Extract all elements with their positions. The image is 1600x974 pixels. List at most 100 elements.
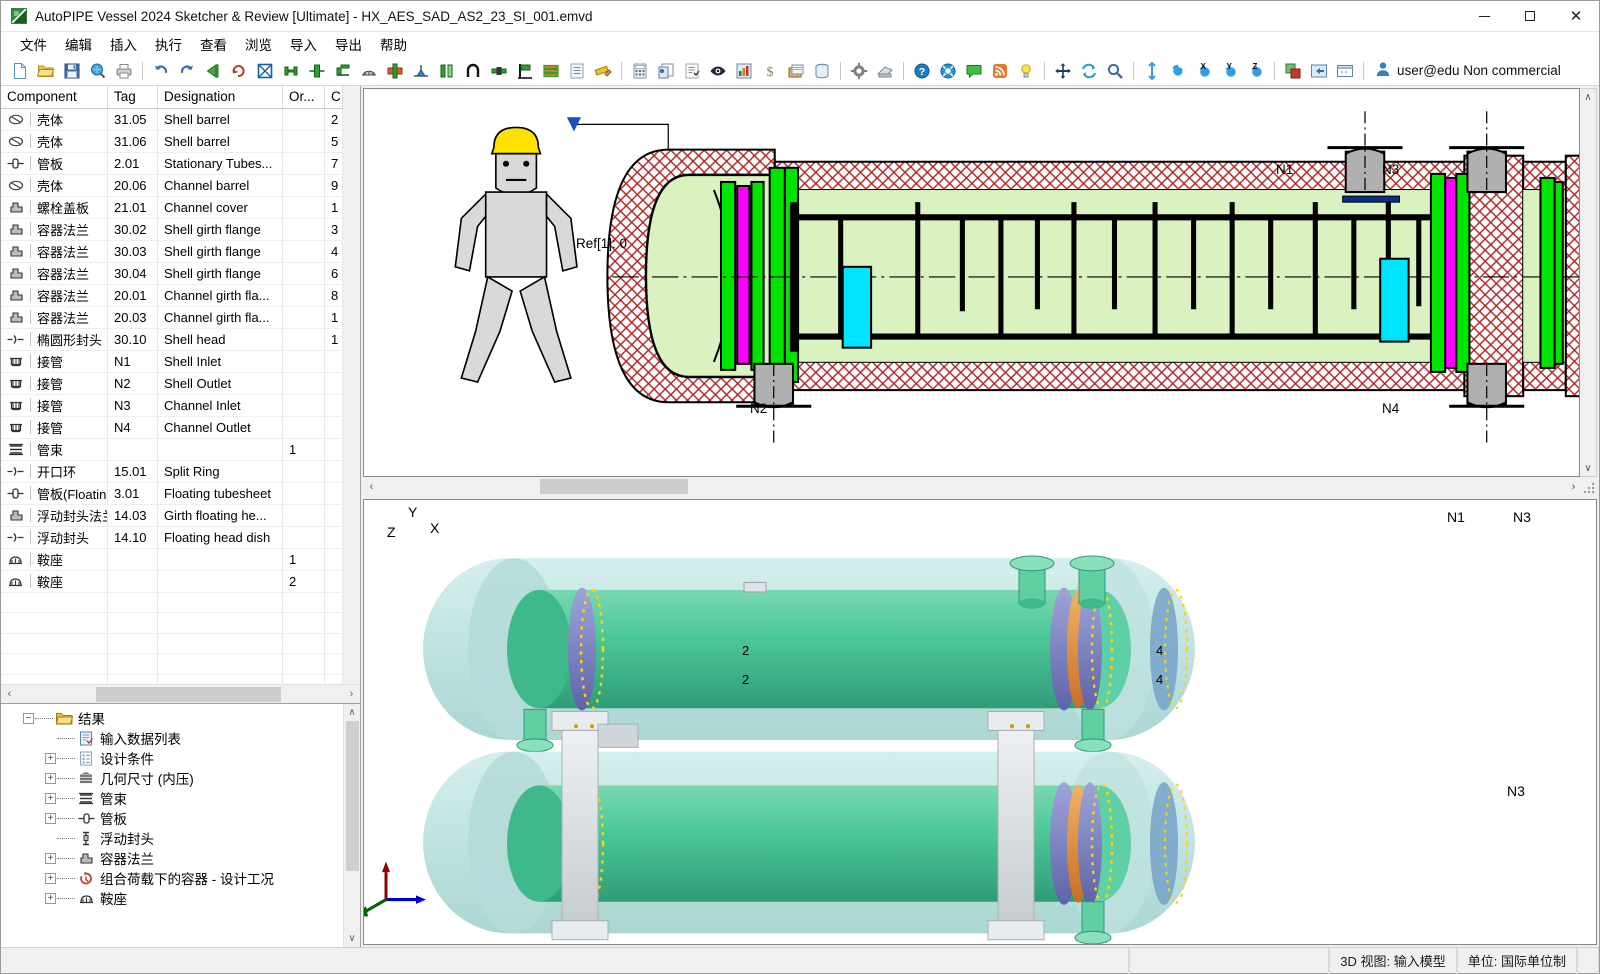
- table-row-empty[interactable]: [1, 653, 343, 675]
- tip-bulb-icon[interactable]: [1014, 59, 1038, 83]
- tree-root-node[interactable]: − 结果: [5, 708, 343, 728]
- tree-node[interactable]: + 设计条件: [5, 748, 343, 768]
- undo-icon[interactable]: [149, 59, 173, 83]
- report-icon[interactable]: [654, 59, 678, 83]
- nozzle-green-icon[interactable]: [435, 59, 459, 83]
- open-folder-icon[interactable]: [34, 59, 58, 83]
- rss-feed-icon[interactable]: [988, 59, 1012, 83]
- rotate-y-icon[interactable]: Y: [1218, 59, 1242, 83]
- window-view-icon[interactable]: [1333, 59, 1357, 83]
- tree-node[interactable]: + 容器法兰: [5, 848, 343, 868]
- menu-import[interactable]: 导入: [281, 32, 326, 56]
- drawing-2d-horizontal-scrollbar[interactable]: ‹ ›: [363, 477, 1597, 496]
- tree-expander[interactable]: +: [45, 772, 56, 784]
- tree-node[interactable]: + 鞍座: [5, 888, 343, 908]
- component-grid[interactable]: Component Tag Designation Or... C 壳体 31.0…: [1, 86, 343, 684]
- refresh-cycle-icon[interactable]: [227, 59, 251, 83]
- model-3d-canvas[interactable]: N1 N3 N3 2 2 4 4 Y X Z: [363, 499, 1597, 945]
- bracket-icon[interactable]: [513, 59, 537, 83]
- cost-dollar-icon[interactable]: $: [758, 59, 782, 83]
- tubesheet-icon[interactable]: [305, 59, 329, 83]
- table-row[interactable]: 管板(Floating)3.01Floating tubesheet: [1, 482, 343, 505]
- bend-icon[interactable]: [461, 59, 485, 83]
- tree-node[interactable]: + 管板: [5, 808, 343, 828]
- lug-icon[interactable]: [487, 59, 511, 83]
- column-header-component[interactable]: Component: [1, 86, 108, 109]
- tree-root-expander[interactable]: −: [23, 712, 34, 724]
- table-row[interactable]: 接管 N2 Shell Outlet: [1, 372, 343, 395]
- rotate-view-icon[interactable]: [1166, 59, 1190, 83]
- table-row[interactable]: 鞍座 1: [1, 548, 343, 571]
- table-row[interactable]: 容器法兰 20.03 Channel girth fla... 1: [1, 306, 343, 329]
- comment-icon[interactable]: [962, 59, 986, 83]
- drawing-2d-canvas[interactable]: Ref[1]: 0 N1 N2 N3 N4: [363, 88, 1580, 477]
- tube-bundle-icon[interactable]: [539, 59, 563, 83]
- support-leg-icon[interactable]: [409, 59, 433, 83]
- view2d-scroll-left-icon[interactable]: ‹: [363, 478, 380, 495]
- table-row[interactable]: 开口环 15.01 Split Ring: [1, 460, 343, 483]
- rotate-x-icon[interactable]: X: [1192, 59, 1216, 83]
- table-row[interactable]: 容器法兰 30.02 Shell girth flange 3: [1, 218, 343, 241]
- table-row[interactable]: 容器法兰 30.03 Shell girth flange 4: [1, 240, 343, 263]
- zoom-magnifier-icon[interactable]: [1103, 59, 1127, 83]
- tree-node[interactable]: 输入数据列表: [5, 728, 343, 748]
- tree-node[interactable]: + 几何尺寸 (内压): [5, 768, 343, 788]
- table-row[interactable]: 椭圆形封头 30.10 Shell head 1: [1, 328, 343, 351]
- column-header-designation[interactable]: Designation: [157, 86, 283, 109]
- column-header-orientation[interactable]: Or...: [282, 86, 325, 109]
- tree-vertical-scrollbar[interactable]: ∧ ∨: [343, 704, 360, 947]
- tree-vscroll-thumb[interactable]: [345, 721, 359, 871]
- grid-hscroll-thumb[interactable]: [96, 686, 281, 702]
- nozzle-icon[interactable]: [383, 59, 407, 83]
- export-print-icon[interactable]: [873, 59, 897, 83]
- menu-file[interactable]: 文件: [11, 32, 56, 56]
- menu-edit[interactable]: 编辑: [56, 32, 101, 56]
- checklist-icon[interactable]: [680, 59, 704, 83]
- table-row[interactable]: 壳体 31.06 Shell barrel 5: [1, 130, 343, 153]
- menu-export[interactable]: 导出: [326, 32, 371, 56]
- scroll-right-arrow-icon[interactable]: ›: [343, 686, 360, 703]
- chart-icon[interactable]: [732, 59, 756, 83]
- table-row[interactable]: 接管 N1 Shell Inlet: [1, 350, 343, 373]
- tree-node[interactable]: + 组合荷载下的容器 - 设计工况: [5, 868, 343, 888]
- new-file-icon[interactable]: [8, 59, 32, 83]
- scroll-left-arrow-icon[interactable]: ‹: [1, 686, 18, 703]
- tree-scroll-up-icon[interactable]: ∧: [348, 704, 355, 721]
- table-row[interactable]: 浮动封头法兰 14.03 Girth floating he...: [1, 504, 343, 527]
- menu-insert[interactable]: 插入: [101, 32, 146, 56]
- print-preview-icon[interactable]: [86, 59, 110, 83]
- view2d-hscroll-track[interactable]: [380, 478, 1565, 495]
- rotate-sync-icon[interactable]: [1077, 59, 1101, 83]
- save-disk-icon[interactable]: [60, 59, 84, 83]
- table-row-empty[interactable]: [1, 612, 343, 634]
- help-question-icon[interactable]: ?: [910, 59, 934, 83]
- table-row[interactable]: 鞍座 2: [1, 570, 343, 593]
- menu-view[interactable]: 查看: [191, 32, 236, 56]
- table-row[interactable]: 容器法兰 20.01 Channel girth fla... 8: [1, 284, 343, 307]
- view2d-scroll-up-icon[interactable]: ∧: [1584, 89, 1591, 105]
- calculator-icon[interactable]: [628, 59, 652, 83]
- render-mode-icon[interactable]: [1281, 59, 1305, 83]
- table-row[interactable]: 容器法兰 30.04 Shell girth flange 6: [1, 262, 343, 285]
- column-header-tag[interactable]: Tag: [107, 86, 158, 109]
- print-icon[interactable]: [112, 59, 136, 83]
- table-row[interactable]: 壳体 20.06 Channel barrel 9: [1, 174, 343, 197]
- back-arrow-icon[interactable]: [1307, 59, 1331, 83]
- tree-expander[interactable]: +: [45, 872, 56, 884]
- tree-node[interactable]: 浮动封头: [5, 828, 343, 848]
- tree-expander[interactable]: +: [45, 752, 56, 764]
- grid-horizontal-scrollbar[interactable]: ‹ ›: [1, 684, 360, 703]
- eye-view-icon[interactable]: [706, 59, 730, 83]
- database-icon[interactable]: [810, 59, 834, 83]
- settings-gear-icon[interactable]: [847, 59, 871, 83]
- data-list-icon[interactable]: [565, 59, 589, 83]
- tree-node[interactable]: + 管束: [5, 788, 343, 808]
- table-row[interactable]: 接管 N4 Channel Outlet: [1, 416, 343, 439]
- fit-vertical-icon[interactable]: [1140, 59, 1164, 83]
- maximize-button[interactable]: [1507, 1, 1553, 32]
- tree-expander[interactable]: +: [45, 792, 56, 804]
- table-row[interactable]: 壳体 31.05 Shell barrel 2: [1, 108, 343, 131]
- table-row-empty[interactable]: [1, 633, 343, 654]
- grid-vertical-scrollbar[interactable]: [343, 86, 360, 684]
- grid-hscroll-track[interactable]: [18, 685, 343, 703]
